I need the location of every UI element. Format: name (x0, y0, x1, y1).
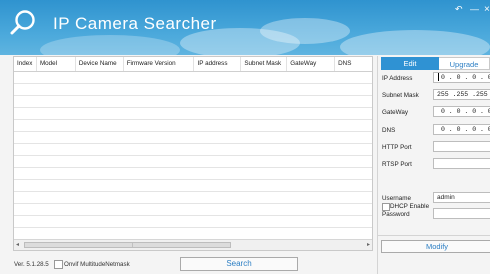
column-header-ip-address[interactable]: IP address (194, 57, 242, 71)
cloud-decoration (260, 18, 350, 44)
dns-label: DNS (382, 127, 396, 134)
tab-upgrade[interactable]: Upgrade (439, 57, 490, 70)
version-label: Ver. 5.1.28.5 (14, 261, 49, 268)
panel-divider (377, 56, 378, 274)
close-icon[interactable]: × (484, 5, 490, 15)
onvif-label: Onvif MultitudeNetmask (64, 261, 130, 268)
scroll-left-icon[interactable]: ◂ (16, 241, 19, 248)
table-header: Index Model Device Name Firmware Version… (14, 57, 372, 72)
scrollbar-thumb[interactable]: ⦙ (24, 242, 231, 249)
ip-address-field[interactable]: 0 . 0 . 0 . 0 (433, 72, 490, 83)
gateway-field[interactable]: 0 . 0 . 0 . 0 (433, 106, 490, 117)
column-header-index[interactable]: Index (14, 57, 37, 71)
search-button[interactable]: Search (180, 257, 298, 271)
column-header-dns[interactable]: DNS (335, 57, 372, 71)
minimize-icon[interactable]: — (470, 5, 479, 14)
column-header-subnet-mask[interactable]: Subnet Mask (241, 57, 288, 71)
subnet-mask-field[interactable]: 255 .255 .255 . 0 (433, 89, 490, 100)
password-label: Password (382, 211, 410, 218)
subnet-mask-label: Subnet Mask (382, 92, 419, 99)
gateway-label: GateWay (382, 109, 409, 116)
dhcp-label: DHCP Enable (390, 203, 430, 210)
username-label: Username (382, 195, 412, 202)
ip-address-label: IP Address (382, 75, 413, 82)
text-cursor (438, 73, 439, 81)
scroll-right-icon[interactable]: ▸ (367, 241, 370, 248)
cloud-decoration (340, 30, 490, 55)
tab-edit[interactable]: Edit (381, 57, 439, 70)
app-title: IP Camera Searcher (53, 14, 217, 33)
column-header-gateway[interactable]: GateWay (287, 57, 336, 71)
http-port-field[interactable] (433, 141, 490, 152)
column-header-device-name[interactable]: Device Name (76, 57, 124, 71)
device-table[interactable]: Index Model Device Name Firmware Version… (13, 56, 373, 251)
onvif-checkbox[interactable] (54, 260, 63, 269)
column-header-model[interactable]: Model (37, 57, 76, 71)
password-field[interactable] (433, 208, 490, 219)
username-field[interactable]: admin (433, 192, 490, 203)
title-bar: IP Camera Searcher ↶ — × (0, 0, 490, 55)
grip-icon: ⦙ (132, 243, 134, 249)
search-logo-icon (10, 10, 35, 35)
column-header-firmware-version[interactable]: Firmware Version (124, 57, 195, 71)
dhcp-checkbox[interactable] (382, 203, 390, 211)
horizontal-scrollbar[interactable]: ◂ ⦙ ▸ (14, 239, 372, 250)
back-icon[interactable]: ↶ (455, 5, 463, 14)
table-rows-area (14, 72, 372, 238)
rtsp-port-label: RTSP Port (382, 161, 412, 168)
panel-separator (377, 235, 490, 236)
cloud-decoration (40, 35, 180, 55)
rtsp-port-field[interactable] (433, 158, 490, 169)
modify-button[interactable]: Modify (381, 240, 490, 253)
http-port-label: HTTP Port (382, 144, 412, 151)
dns-field[interactable]: 0 . 0 . 0 . 0 (433, 124, 490, 135)
